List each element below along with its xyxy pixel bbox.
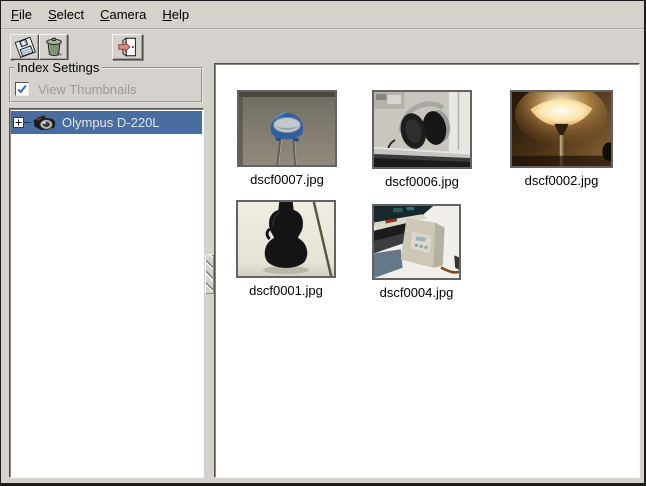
camera-icon — [31, 113, 58, 133]
save-button[interactable] — [10, 34, 39, 60]
thumbnail-filename: dscf0001.jpg — [249, 283, 323, 298]
pane-splitter-handle[interactable] — [205, 254, 214, 294]
gtkam-window: File Select Camera Help — [1, 1, 644, 483]
photo-printer — [374, 206, 459, 278]
thumbnail-filename: dscf0002.jpg — [525, 173, 599, 188]
camera-tree: Olympus D-220L — [9, 108, 204, 478]
exit-button[interactable] — [112, 34, 143, 60]
thumbnail-panel: dscf0007.jpg — [214, 63, 640, 478]
thumbnail-dscf0002[interactable]: dscf0002.jpg — [510, 90, 613, 168]
photo-guitar-case — [238, 202, 334, 276]
window-frame: File Select Camera Help — [0, 0, 646, 486]
thumbnail-image[interactable] — [236, 200, 336, 278]
thumbnail-image[interactable] — [510, 90, 613, 168]
thumbnail-dscf0004[interactable]: dscf0004.jpg — [372, 204, 461, 280]
thumbnail-filename: dscf0007.jpg — [250, 172, 324, 187]
menu-bar: File Select Camera Help — [1, 1, 644, 28]
thumbnail-image[interactable] — [372, 90, 472, 169]
photo-headphones — [374, 92, 470, 167]
delete-icon — [42, 35, 66, 59]
tree-connector — [24, 122, 31, 123]
thumbnail-filename: dscf0006.jpg — [385, 174, 459, 189]
plus-expander-icon[interactable] — [13, 117, 24, 128]
exit-icon — [116, 35, 140, 59]
menubar-separator — [1, 28, 644, 30]
checkmark-icon — [16, 83, 28, 95]
menu-file[interactable]: File — [3, 1, 40, 28]
thumbnail-image[interactable] — [372, 204, 461, 280]
index-settings-title: Index Settings — [14, 60, 102, 75]
photo-lamp — [512, 92, 611, 166]
photo-blue-component — [239, 92, 335, 165]
thumbnail-filename: dscf0004.jpg — [380, 285, 454, 300]
view-thumbnails-label: View Thumbnails — [38, 82, 137, 97]
tree-row-olympus[interactable]: Olympus D-220L — [11, 111, 202, 134]
save-icon — [13, 35, 37, 59]
menu-select[interactable]: Select — [40, 1, 92, 28]
menu-camera[interactable]: Camera — [92, 1, 154, 28]
tree-item-label: Olympus D-220L — [62, 115, 160, 130]
delete-button[interactable] — [39, 34, 68, 60]
menu-help[interactable]: Help — [154, 1, 197, 28]
thumbnail-dscf0001[interactable]: dscf0001.jpg — [236, 200, 336, 278]
view-thumbnails-checkbox[interactable] — [15, 82, 29, 96]
thumbnail-image[interactable] — [237, 90, 337, 167]
thumbnail-dscf0007[interactable]: dscf0007.jpg — [237, 90, 337, 167]
thumbnail-dscf0006[interactable]: dscf0006.jpg — [372, 90, 472, 169]
